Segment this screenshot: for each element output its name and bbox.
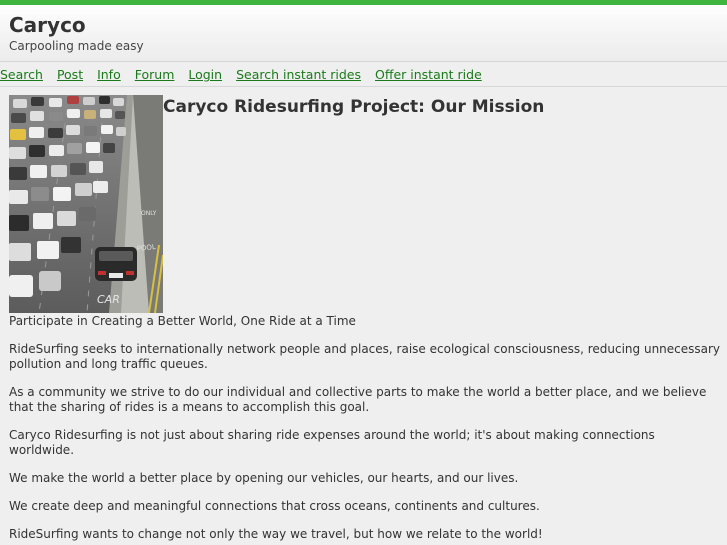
- site-title[interactable]: Caryco: [9, 13, 718, 37]
- hero-section: CAR POOL ONLY Caryco Ridesurfing Project…: [9, 95, 721, 313]
- page-title: Caryco Ridesurfing Project: Our Mission: [163, 97, 545, 117]
- mission-paragraph: RideSurfing wants to change not only the…: [9, 527, 543, 541]
- traffic-photo: CAR POOL ONLY: [9, 95, 163, 313]
- mission-paragraph: Caryco Ridesurfing is not just about sha…: [9, 428, 655, 457]
- main-content: CAR POOL ONLY Caryco Ridesurfing Project…: [9, 95, 721, 542]
- nav-link-post[interactable]: Post: [57, 67, 83, 82]
- mission-paragraph: We create deep and meaningful connection…: [9, 499, 540, 513]
- site-header: Caryco Carpooling made easy: [0, 5, 727, 62]
- traffic-photo-icon: CAR POOL ONLY: [9, 95, 163, 313]
- nav-link-forum[interactable]: Forum: [135, 67, 175, 82]
- nav-link-login[interactable]: Login: [188, 67, 222, 82]
- svg-text:CAR: CAR: [97, 293, 120, 306]
- nav-link-offer-instant-ride[interactable]: Offer instant ride: [375, 67, 482, 82]
- mission-paragraph: As a community we strive to do our indiv…: [9, 385, 707, 414]
- mission-lead: Participate in Creating a Better World, …: [9, 314, 356, 328]
- mission-paragraph: We make the world a better place by open…: [9, 471, 519, 485]
- nav-link-info[interactable]: Info: [97, 67, 121, 82]
- site-tagline: Carpooling made easy: [9, 39, 144, 53]
- svg-text:ONLY: ONLY: [141, 210, 157, 217]
- nav-link-search[interactable]: Search: [0, 67, 43, 82]
- main-nav: Search Post Info Forum Login Search inst…: [0, 62, 727, 87]
- nav-link-search-instant-rides[interactable]: Search instant rides: [236, 67, 361, 82]
- mission-paragraph: RideSurfing seeks to internationally net…: [9, 342, 721, 371]
